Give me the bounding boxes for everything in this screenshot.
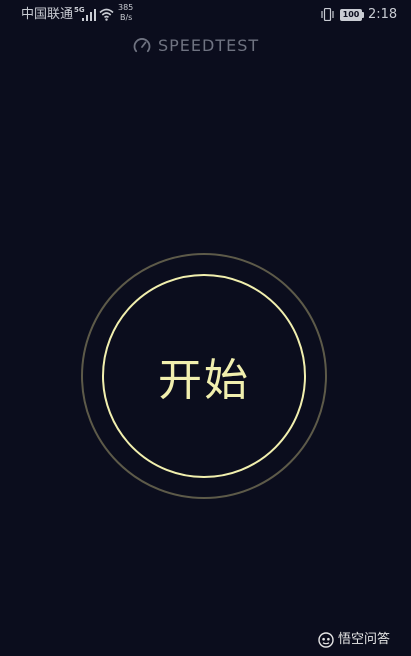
network-speed-unit: B/s [120,13,133,22]
speedtest-screen: 中国联通 5G 385 B/s 100 2:18 SPEEDTEST 开始 悟空… [0,0,411,656]
battery-tip [362,12,364,18]
start-label: 开始 [158,355,250,406]
status-bar: 中国联通 5G 385 B/s 100 2:18 [0,0,411,30]
battery-icon: 100 [340,9,362,21]
app-title: SPEEDTEST [158,36,260,55]
start-test-button[interactable]: 开始 [102,274,306,478]
speedometer-icon [133,38,151,53]
watermark-text: 悟空问答 [338,632,391,647]
signal-icon [82,9,96,21]
carrier-name: 中国联通 [21,7,74,22]
status-clock: 2:18 [368,7,398,22]
wifi-icon [99,8,114,21]
vibrate-icon [321,8,334,21]
app-header: SPEEDTEST [0,36,411,58]
wukong-logo-icon [318,632,334,648]
network-speed-value: 385 [118,3,134,12]
battery-level: 100 [342,10,360,19]
